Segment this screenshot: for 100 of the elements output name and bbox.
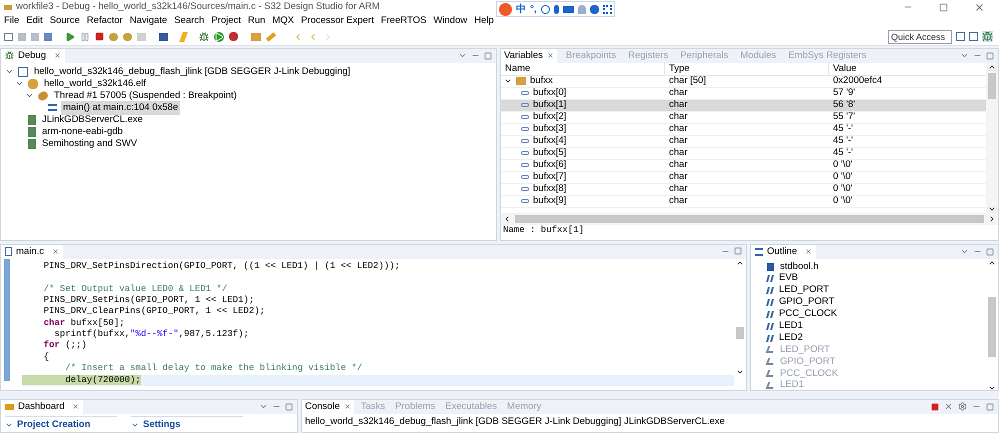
maximize-icon[interactable] [986, 402, 994, 411]
menu-item[interactable]: FreeRTOS [380, 14, 426, 29]
menu-item[interactable]: Search [174, 14, 204, 29]
debug-tab[interactable]: Debug [1, 48, 65, 63]
terminal-icon [28, 114, 36, 125]
ime-label[interactable]: 中 [516, 2, 526, 16]
menu-item[interactable]: File [4, 14, 20, 29]
maximize-icon[interactable] [734, 247, 742, 256]
close-icon[interactable] [72, 403, 80, 410]
horizontal-scrollbar[interactable] [501, 212, 998, 225]
bug-icon[interactable] [199, 32, 209, 42]
outline-tab[interactable]: Outline [751, 244, 816, 259]
new-file-icon[interactable] [4, 32, 13, 41]
settings-icon[interactable] [958, 402, 967, 412]
menu-item[interactable]: Source [50, 14, 80, 29]
remove-icon[interactable] [944, 402, 953, 412]
pencil-icon[interactable] [266, 32, 276, 42]
outline-item[interactable]: GPIO_PORT [779, 295, 834, 310]
terminate-icon[interactable] [931, 402, 939, 411]
scrollbar-thumb[interactable] [988, 72, 996, 99]
quick-access-field[interactable]: Quick Access [888, 30, 952, 44]
ime-label[interactable]: °, [530, 2, 537, 16]
section-header[interactable]: Project Creation [5, 416, 117, 432]
scroll-right-icon[interactable] [988, 214, 996, 223]
grid-icon[interactable] [602, 4, 612, 14]
outline-item[interactable]: LED_PORT [779, 283, 829, 298]
variable-row[interactable]: bufxx[8] char 0 '\0' [501, 184, 986, 196]
debug-perspective-icon[interactable] [982, 31, 993, 42]
variable-row[interactable]: bufxx[3] char 45 '-' [501, 124, 986, 136]
resume-icon[interactable] [65, 32, 75, 42]
outline-item[interactable]: PCC_CLOCK [779, 307, 838, 322]
menu-item[interactable]: Project [211, 14, 241, 29]
close-icon[interactable] [546, 52, 554, 60]
code-line: sprintf(bufxx,"%d--%f-",987,5.123f); [53, 329, 250, 340]
variable-row[interactable]: bufxx[1] char 56 '8' [501, 100, 986, 112]
tree-item[interactable]: hello_world_s32k146.elf [42, 76, 148, 91]
menu-item[interactable]: Navigate [130, 14, 168, 29]
menu-item[interactable]: Help [474, 14, 494, 29]
tree-item[interactable]: JLinkGDBServerCL.exe [40, 112, 145, 127]
menu-item[interactable]: MQX [272, 14, 294, 29]
run-icon[interactable] [214, 32, 224, 42]
menu-item[interactable]: Refactor [86, 14, 123, 29]
suspend-icon[interactable] [80, 32, 90, 42]
view-tab[interactable]: Variables [501, 48, 557, 63]
variable-name: bufxx[2] [533, 110, 566, 124]
tree-item[interactable]: main() at main.c:104 0x58e [61, 100, 180, 115]
dashboard-tab[interactable]: Dashboard [1, 400, 84, 414]
variable-row[interactable]: bufxx[6] char 0 '\0' [501, 160, 986, 172]
view-tab[interactable]: Console [302, 400, 354, 414]
code-line: for (;;) [42, 340, 88, 352]
close-icon[interactable] [974, 2, 985, 13]
tree-item[interactable]: Thread #1 57005 (Suspended : Breakpoint) [52, 88, 239, 103]
perspective-icon[interactable] [969, 32, 978, 42]
maximize-icon[interactable] [939, 2, 948, 12]
menu-item[interactable]: Edit [26, 14, 43, 29]
column-header[interactable]: Value [829, 62, 986, 76]
menu-item[interactable]: Run [248, 14, 266, 29]
close-icon[interactable] [344, 403, 351, 410]
scrollbar-thumb[interactable] [515, 214, 984, 223]
variable-value: 0 '\0' [832, 158, 854, 172]
editor-tab[interactable]: main.c [1, 244, 63, 259]
variable-type: char [668, 194, 688, 208]
column-header[interactable]: Name [501, 62, 665, 76]
microphone-icon[interactable] [554, 4, 559, 14]
tree-item[interactable]: arm-none-eabi-gdb [40, 124, 125, 139]
menu-item[interactable]: Window [433, 14, 468, 29]
vertical-scrollbar[interactable] [986, 62, 998, 213]
close-icon[interactable] [54, 52, 61, 60]
close-icon[interactable] [805, 248, 812, 256]
person-icon[interactable] [578, 4, 586, 14]
variable-row[interactable]: bufxx[9] char 0 '\0' [501, 196, 986, 208]
open-perspective-icon[interactable] [956, 32, 965, 42]
close-icon[interactable] [52, 248, 59, 256]
menu-item[interactable]: Processor Expert [300, 14, 374, 29]
sogou-logo-icon[interactable] [499, 2, 512, 16]
tree-item[interactable]: Semihosting and SWV [40, 136, 140, 151]
tab-label: main.c [16, 244, 44, 259]
variable-row[interactable]: bufxx[5] char 45 '-' [501, 148, 986, 160]
terminate-icon[interactable] [95, 32, 104, 42]
outline-item[interactable]: LED2 [779, 330, 803, 346]
variable-row[interactable]: bufxx[4] char 45 '-' [501, 136, 986, 148]
variable-value: 45 '-' [832, 134, 854, 148]
variable-row[interactable]: bufxx[7] char 0 '\0' [501, 172, 986, 184]
smiley-icon[interactable] [540, 4, 550, 14]
maximize-icon[interactable] [484, 52, 492, 60]
outline-item[interactable]: LED1 [779, 319, 803, 334]
scrollbar-thumb[interactable] [988, 296, 996, 357]
column-header[interactable]: Type [665, 62, 829, 76]
variable-row[interactable]: bufxx[2] char 55 '7' [501, 112, 986, 124]
window-title: workfile3 - Debug - hello_world_s32k146/Sources/main.c - S32 Design Studio for ARM [16, 0, 380, 14]
variable-type: char [50] [668, 74, 707, 88]
section-header[interactable]: Settings [131, 416, 243, 432]
outline-item[interactable]: EVB [779, 271, 798, 286]
outline-item[interactable]: stdbool.h [780, 260, 819, 274]
scroll-left-icon[interactable] [503, 214, 511, 223]
pin-icon [766, 370, 776, 378]
variable-row[interactable]: bufxx char [50] 0x2000efc4 [501, 76, 986, 88]
scrollbar-thumb[interactable] [736, 326, 744, 339]
maximize-icon[interactable] [285, 402, 293, 411]
tree-item[interactable]: hello_world_s32k146_debug_flash_jlink [GDB SEGGER J-Link Debugging] [32, 64, 352, 79]
